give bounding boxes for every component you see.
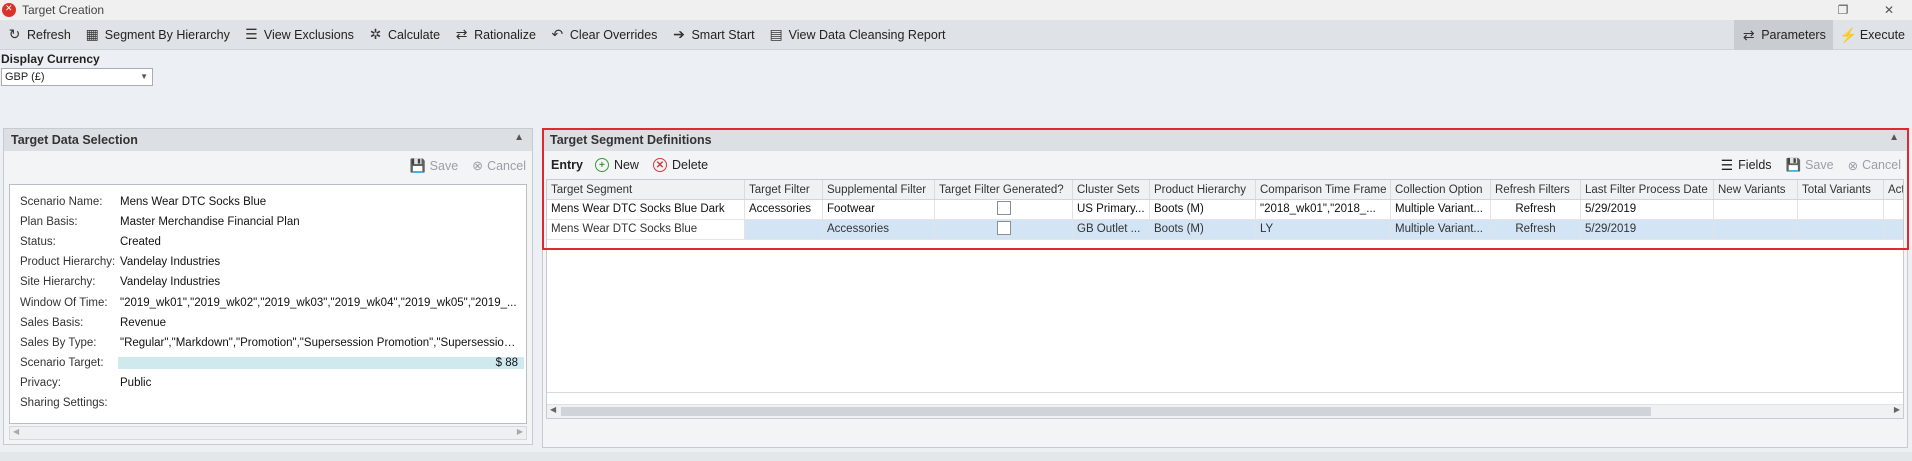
view-exclusions-button[interactable]: ☰ View Exclusions xyxy=(237,22,361,48)
cancel-button[interactable]: ⊗ Cancel xyxy=(1848,158,1901,173)
property-row: Scenario Target: $ 88 xyxy=(10,353,526,373)
table-row[interactable]: Mens Wear DTC Socks Blue Accessories GB … xyxy=(547,220,1903,240)
panel-title: Target Segment Definitions xyxy=(550,133,712,147)
smart-start-button[interactable]: ➔ Smart Start xyxy=(664,22,761,48)
property-row: Sales Basis: Revenue xyxy=(20,316,167,329)
scenario-properties: Scenario Name: Mens Wear DTC Socks Blue P… xyxy=(9,184,527,424)
property-row: Site Hierarchy: Vandelay Industries xyxy=(20,276,221,289)
save-button[interactable]: 💾 Save xyxy=(409,158,458,174)
delete-button[interactable]: ✕ Delete xyxy=(652,158,708,172)
collapse-icon[interactable]: ▲ xyxy=(514,132,524,143)
hierarchy-icon: ▦ xyxy=(85,26,99,42)
column-header[interactable]: Total Variants xyxy=(1798,180,1884,199)
property-row: Scenario Name: Mens Wear DTC Socks Blue xyxy=(20,196,267,209)
save-button[interactable]: 💾 Save xyxy=(1786,158,1834,173)
cancel-icon: ⊗ xyxy=(1847,158,1859,173)
column-header[interactable]: Target Filter xyxy=(745,180,823,199)
panel-header: Target Segment Definitions ▲ xyxy=(543,129,1907,151)
display-currency-value: GBP (£) xyxy=(5,71,45,83)
toolbar: ↻ Refresh ▦ Segment By Hierarchy ☰ View Exc… xyxy=(0,20,1912,50)
column-header[interactable]: Target Filter Generated? xyxy=(935,180,1073,199)
column-header[interactable]: Product Hierarchy xyxy=(1150,180,1256,199)
entry-toolbar: Entry + New ✕ Delete ☰ Fields 💾 Save ⊗ Cancel xyxy=(543,151,1907,179)
entry-label: Entry xyxy=(551,158,583,172)
target-segment-definitions-panel: Target Segment Definitions ▲ Entry + New … xyxy=(542,128,1908,448)
scroll-right-icon[interactable]: ▶ xyxy=(517,427,523,436)
delete-icon: ✕ xyxy=(652,158,667,172)
table-row[interactable]: Mens Wear DTC Socks Blue Dark Accessorie… xyxy=(547,200,1903,220)
undo-icon: ↶ xyxy=(551,26,564,42)
wand-icon: ✲ xyxy=(369,26,382,42)
refresh-filters-link[interactable]: Refresh xyxy=(1491,220,1581,239)
report-icon: ▤ xyxy=(769,26,783,42)
property-row: Status: Created xyxy=(20,236,161,249)
column-header[interactable]: Supplemental Filter xyxy=(823,180,935,199)
panel-title: Target Data Selection xyxy=(11,133,138,147)
horizontal-scrollbar[interactable]: ◀ ▶ xyxy=(547,404,1903,418)
column-header[interactable]: Collection Option xyxy=(1391,180,1491,199)
fields-button[interactable]: ☰ Fields xyxy=(1721,157,1772,174)
property-row: Privacy: Public xyxy=(20,376,152,389)
clear-overrides-button[interactable]: ↶ Clear Overrides xyxy=(543,22,665,48)
segment-grid: Target Segment Target Filter Supplementa… xyxy=(546,179,1904,419)
fields-icon: ☰ xyxy=(1720,156,1734,173)
scroll-right-icon[interactable]: ▶ xyxy=(1894,405,1900,414)
column-header[interactable]: Target Segment xyxy=(547,180,745,199)
display-currency-select[interactable]: GBP (£) ▼ xyxy=(1,68,153,86)
rationalize-button[interactable]: ⇄ Rationalize xyxy=(447,22,543,48)
save-icon: 💾 xyxy=(409,158,426,173)
column-header[interactable]: Comparison Time Frame xyxy=(1256,180,1391,199)
refresh-filters-link[interactable]: Refresh xyxy=(1491,200,1581,219)
horizontal-scrollbar[interactable]: ◀ ▶ xyxy=(9,426,527,440)
arrows-icon: ⇄ xyxy=(455,26,468,42)
parameters-button[interactable]: ⇄ Parameters xyxy=(1734,20,1833,50)
close-icon[interactable]: ✕ xyxy=(1866,0,1912,20)
property-row: Sharing Settings: xyxy=(20,396,108,409)
plus-icon: + xyxy=(594,158,609,172)
collapse-icon[interactable]: ▲ xyxy=(1889,132,1899,143)
arrow-right-icon: ➔ xyxy=(673,26,685,42)
app-icon xyxy=(2,3,16,17)
save-icon: 💾 xyxy=(1785,157,1802,172)
cancel-icon: ⊗ xyxy=(472,158,484,173)
column-header[interactable]: Last Filter Process Date xyxy=(1581,180,1714,199)
grid-footer xyxy=(547,392,1903,393)
column-header[interactable]: New Variants xyxy=(1714,180,1798,199)
property-row: Window Of Time: "2019_wk01","2019_wk02","… xyxy=(20,296,517,309)
grid-header: Target Segment Target Filter Supplementa… xyxy=(547,180,1903,200)
column-header[interactable]: Refresh Filters xyxy=(1491,180,1581,199)
calculate-button[interactable]: ✲ Calculate xyxy=(361,22,447,48)
lightning-icon: ⚡ xyxy=(1839,26,1858,43)
column-header[interactable]: Cluster Sets xyxy=(1073,180,1150,199)
refresh-button[interactable]: ↻ Refresh xyxy=(0,22,78,48)
panel-header: Target Data Selection ▲ xyxy=(4,129,532,151)
property-row: Product Hierarchy: Vandelay Industries xyxy=(20,256,221,269)
segment-by-hierarchy-button[interactable]: ▦ Segment By Hierarchy xyxy=(78,22,237,48)
target-filter-generated-checkbox[interactable] xyxy=(996,200,1011,215)
list-icon: ☰ xyxy=(245,26,258,42)
execute-button[interactable]: ⚡ Execute xyxy=(1833,22,1912,48)
property-row: Plan Basis: Master Merchandise Financial … xyxy=(20,216,300,229)
status-strip xyxy=(0,452,1912,461)
cancel-button[interactable]: ⊗ Cancel xyxy=(472,158,526,174)
title-bar: Target Creation ❐ ✕ xyxy=(0,0,1912,20)
view-data-cleansing-report-button[interactable]: ▤ View Data Cleansing Report xyxy=(762,22,953,48)
property-row: Sales By Type: "Regular","Markdown","Prom… xyxy=(20,336,526,349)
restore-icon[interactable]: ❐ xyxy=(1820,0,1866,20)
scenario-target-value[interactable]: $ 88 xyxy=(118,356,524,369)
refresh-icon: ↻ xyxy=(8,26,21,42)
target-data-selection-panel: Target Data Selection ▲ 💾 Save ⊗ Cancel Sc… xyxy=(3,128,533,445)
scrollbar-thumb[interactable] xyxy=(561,407,1651,416)
scroll-left-icon[interactable]: ◀ xyxy=(550,405,556,414)
chevron-down-icon: ▼ xyxy=(140,72,148,81)
display-currency-label: Display Currency xyxy=(1,52,100,66)
new-button[interactable]: + New xyxy=(594,158,639,172)
column-header[interactable]: Acti xyxy=(1884,180,1903,199)
scroll-left-icon[interactable]: ◀ xyxy=(13,427,19,436)
target-filter-generated-checkbox[interactable] xyxy=(996,220,1011,235)
window-title: Target Creation xyxy=(22,3,105,17)
parameters-icon: ⇄ xyxy=(1742,26,1755,43)
